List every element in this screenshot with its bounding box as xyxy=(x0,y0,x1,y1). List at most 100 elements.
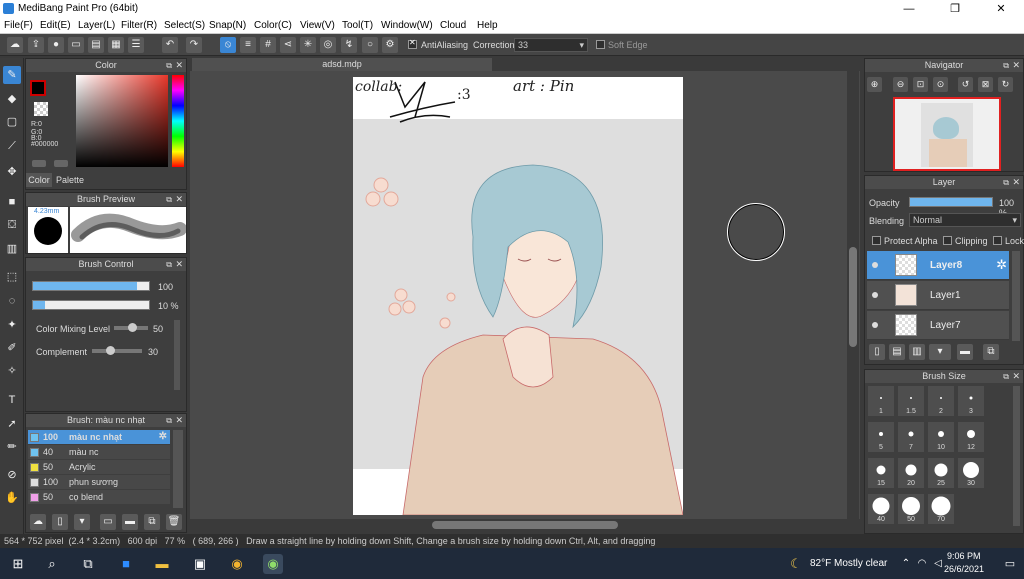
actual-size-icon[interactable]: ⊙ xyxy=(933,77,948,92)
cloud-icon[interactable]: ☁ xyxy=(7,37,23,53)
eraser-tool-icon[interactable]: ◆ xyxy=(3,90,21,108)
gear-icon[interactable]: ✲ xyxy=(996,257,1007,273)
new-layer-icon[interactable]: ▯ xyxy=(869,344,885,360)
detach-icon[interactable]: ⧉ xyxy=(166,414,172,427)
brush-item[interactable]: 50 cọ blend xyxy=(28,490,170,504)
menu-window[interactable]: Window(W) xyxy=(381,20,433,31)
color-mixing-slider[interactable] xyxy=(114,323,148,332)
close-button[interactable]: ✕ xyxy=(978,0,1024,18)
list-icon[interactable]: ☰ xyxy=(128,37,144,53)
layer-opacity-slider[interactable] xyxy=(909,197,993,207)
folder-icon[interactable]: ▬ xyxy=(122,514,138,530)
brush-size-slider[interactable] xyxy=(32,281,150,291)
lasso-tool-icon[interactable]: ◌ xyxy=(3,292,21,310)
cloud-brush-icon[interactable]: ☁ xyxy=(30,514,46,530)
undo-icon[interactable]: ↶ xyxy=(162,37,178,53)
text-tool-icon[interactable]: T xyxy=(3,391,21,409)
add-brush-icon[interactable]: ▾ xyxy=(74,514,90,530)
zoom-out-icon[interactable]: ⊖ xyxy=(893,77,908,92)
move-tool-icon[interactable]: ✥ xyxy=(3,163,21,181)
brush-control-scrollbar[interactable] xyxy=(174,320,180,390)
brush-size-option[interactable]: 2 xyxy=(928,386,954,416)
radial-snap-icon[interactable]: ✳ xyxy=(300,37,316,53)
select-tool-icon[interactable]: ⬚ xyxy=(3,268,21,286)
panel-close-icon[interactable]: ✕ xyxy=(175,59,183,72)
panel-close-icon[interactable]: ✕ xyxy=(175,414,183,427)
new-halftone-layer-icon[interactable]: ▤ xyxy=(889,344,905,360)
panel-close-icon[interactable]: ✕ xyxy=(1012,370,1020,383)
brush-size-option[interactable]: 10 xyxy=(928,422,954,452)
detach-icon[interactable]: ⧉ xyxy=(1003,176,1009,189)
brush-size-option[interactable]: 30 xyxy=(958,458,984,488)
panel-close-icon[interactable]: ✕ xyxy=(175,258,183,271)
protect-alpha-checkbox[interactable] xyxy=(872,236,881,245)
notification-icon[interactable]: ▭ xyxy=(1000,554,1020,574)
minimize-button[interactable]: — xyxy=(886,0,932,18)
menu-snap[interactable]: Snap(N) xyxy=(209,20,246,31)
brush-size-option[interactable]: 5 xyxy=(868,422,894,452)
eye-icon[interactable] xyxy=(872,262,878,268)
brush-item[interactable]: 40 màu nc xyxy=(28,445,170,459)
layer-scrollbar[interactable] xyxy=(1012,251,1020,341)
hand-tool-icon[interactable]: ✋ xyxy=(3,489,21,507)
menu-color[interactable]: Color(C) xyxy=(254,20,292,31)
horizontal-scrollbar[interactable] xyxy=(190,519,860,531)
panel-close-icon[interactable]: ✕ xyxy=(1012,59,1020,72)
operation-tool-icon[interactable]: ➚ xyxy=(3,415,21,433)
chrome-icon[interactable]: ◉ xyxy=(227,554,247,574)
comment-icon[interactable]: ● xyxy=(48,37,64,53)
brush-size-option[interactable]: 1 xyxy=(868,386,894,416)
eye-icon[interactable] xyxy=(872,292,878,298)
circle-snap-icon[interactable]: ◎ xyxy=(320,37,336,53)
gear-icon[interactable]: ✲ xyxy=(159,431,167,442)
layer-row[interactable]: Layer7 xyxy=(867,311,1009,340)
hue-slider[interactable] xyxy=(172,75,184,167)
saturation-value-picker[interactable] xyxy=(76,75,168,167)
store-icon[interactable]: ▣ xyxy=(190,554,210,574)
brush-size-option[interactable]: 70 xyxy=(928,494,954,524)
layer-row[interactable]: Layer1 xyxy=(867,281,1009,310)
detach-icon[interactable]: ⧉ xyxy=(166,193,172,206)
rotate-left-icon[interactable]: ↺ xyxy=(958,77,973,92)
brush-tool-icon[interactable]: ✎ xyxy=(3,66,21,84)
select-pen-icon[interactable]: ✐ xyxy=(3,339,21,357)
brush-size-option[interactable]: 20 xyxy=(898,458,924,488)
navigator-viewport[interactable] xyxy=(893,97,1001,171)
new-1bit-layer-icon[interactable]: ▥ xyxy=(909,344,925,360)
layer-folder-icon[interactable]: ▬ xyxy=(957,344,973,360)
vertical-scroll-thumb[interactable] xyxy=(849,247,857,347)
duplicate-layer-icon[interactable]: ⧉ xyxy=(983,344,999,360)
antialiasing-checkbox[interactable]: ✕ xyxy=(408,38,417,49)
search-icon[interactable]: ⌕ xyxy=(42,554,62,574)
mini-swatch-2[interactable] xyxy=(54,160,68,167)
brush-size-option[interactable]: 7 xyxy=(898,422,924,452)
eyedropper-icon[interactable]: ⊘ xyxy=(3,466,21,484)
ellipse-snap-icon[interactable]: ○ xyxy=(362,37,378,53)
vanishing-snap-icon[interactable]: ⋖ xyxy=(280,37,296,53)
clock-date[interactable]: 26/6/2021 xyxy=(944,564,984,574)
horizontal-scroll-thumb[interactable] xyxy=(432,521,618,529)
fill-rect-tool-icon[interactable]: ■ xyxy=(3,193,21,211)
document-canvas[interactable]: collab: :3 art : Pin xyxy=(353,77,683,515)
fit-icon[interactable]: ⊡ xyxy=(913,77,928,92)
brush-size-option[interactable]: 12 xyxy=(958,422,984,452)
trash-icon[interactable]: 🗑 xyxy=(166,514,182,530)
brush-size-option[interactable]: 15 xyxy=(868,458,894,488)
brush-item[interactable]: 50 Acrylic xyxy=(28,460,170,474)
zoom-app-icon[interactable]: ■ xyxy=(116,554,136,574)
menu-filter[interactable]: Filter(R) xyxy=(121,20,157,31)
brush-size-option[interactable]: 40 xyxy=(868,494,894,524)
brush-size-option[interactable]: 25 xyxy=(928,458,954,488)
curve-snap-icon[interactable]: ↯ xyxy=(341,37,357,53)
secondary-color-swatch[interactable] xyxy=(34,102,48,116)
add-layer-menu-icon[interactable]: ▾ xyxy=(929,344,951,360)
brush-list-scrollbar[interactable] xyxy=(173,430,183,508)
eye-icon[interactable] xyxy=(872,322,878,328)
gradient-tool-icon[interactable]: ▥ xyxy=(3,240,21,258)
export-icon[interactable]: ⇪ xyxy=(28,37,44,53)
rectangle-tool-icon[interactable]: ▢ xyxy=(3,113,21,131)
document-icon[interactable]: ▤ xyxy=(88,37,104,53)
document-tab[interactable]: adsd.mdp xyxy=(192,58,492,71)
menu-file[interactable]: File(F) xyxy=(4,20,33,31)
detach-icon[interactable]: ⧉ xyxy=(166,59,172,72)
